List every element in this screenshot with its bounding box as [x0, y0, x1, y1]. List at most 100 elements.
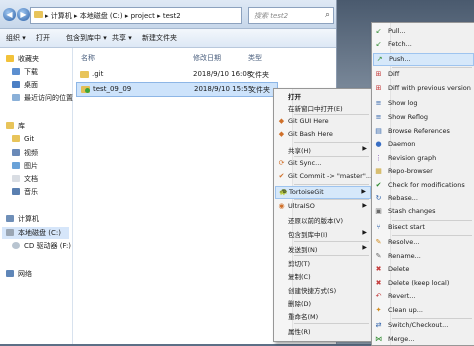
open-button[interactable]: 打开 — [36, 33, 50, 43]
menu-item-label: Revision graph — [388, 154, 437, 162]
cd-drive-icon — [12, 242, 20, 249]
git-sync-icon: ⟳ — [278, 159, 285, 167]
address-input[interactable]: ▸ 计算机 ▸ 本地磁盘 (C:) ▸ project ▸ test2 — [30, 7, 242, 24]
file-modified: 2018/9/10 16:08 — [193, 70, 252, 78]
menu-separator — [294, 255, 369, 256]
tortoisegit-item-diff-with-previous-version[interactable]: ⊞ Diff with previous version — [373, 83, 474, 94]
diff-with-previous-version-icon: ⊞ — [375, 84, 382, 92]
menu-item-label: Show log — [388, 99, 418, 107]
tortoisegit-item-clean-up[interactable]: ✦ Clean up... — [373, 305, 474, 316]
tortoisegit-item-browse-references[interactable]: ▤ Browse References — [373, 126, 474, 137]
tortoisegit-item-delete-keep-local[interactable]: ✖ Delete (keep local) — [373, 278, 474, 289]
column-header-type[interactable]: 类型 — [248, 53, 262, 63]
nav-libraries[interactable]: 库 — [6, 121, 25, 131]
context-menu-item-restore-previous-versions[interactable]: 还原以前的版本(V) — [275, 214, 371, 225]
context-menu-item-git-sync[interactable]: ⟳ Git Sync... — [275, 158, 371, 169]
nav-git[interactable]: Git — [12, 135, 34, 143]
context-menu-item-open-new-window[interactable]: 在新窗口中打开(E) — [275, 102, 371, 113]
show-reflog-icon: ≡ — [375, 113, 382, 121]
breadcrumb[interactable]: ▸ 计算机 ▸ 本地磁盘 (C:) ▸ project ▸ test2 — [45, 11, 181, 21]
tortoisegit-item-switch-checkout[interactable]: ⇄ Switch/Checkout... — [373, 320, 474, 331]
nav-pictures[interactable]: 图片 — [12, 161, 38, 171]
tortoisegit-item-push[interactable]: ↗ Push... — [373, 53, 474, 66]
tortoisegit-item-bisect-start[interactable]: ⑂ Bisect start — [373, 222, 474, 233]
tortoisegit-item-check-for-modifications[interactable]: ✔ Check for modifications — [373, 180, 474, 191]
context-menu-item-include-in-library[interactable]: 包含到库中(I) ▶ — [275, 228, 371, 239]
tortoisegit-item-diff[interactable]: ⊞ Diff — [373, 69, 474, 80]
repo-browser-icon: ▦ — [375, 167, 382, 175]
forward-arrow-icon[interactable]: ▶ — [17, 8, 30, 21]
context-menu-item-cut[interactable]: 剪切(T) — [275, 257, 371, 268]
tortoisegit-item-rename[interactable]: ✎ Rename... — [373, 251, 474, 262]
table-row[interactable]: .git 2018/9/10 16:08 文件夹 — [76, 68, 276, 81]
menu-separator — [294, 184, 369, 185]
search-input[interactable]: 搜索 test2 ⌕ — [248, 7, 334, 24]
nav-local-disk[interactable]: 本地磁盘 (C:) — [2, 227, 69, 239]
tortoisegit-item-rebase[interactable]: ↻ Rebase... — [373, 193, 474, 204]
menu-item-label: 剪切(T) — [288, 260, 311, 268]
context-menu-item-create-shortcut[interactable]: 创建快捷方式(S) — [275, 284, 371, 295]
organize-button[interactable]: 组织 ▾ — [6, 33, 26, 43]
search-placeholder: 搜索 test2 — [254, 12, 289, 20]
tortoisegit-item-repo-browser[interactable]: ▦ Repo-browser — [373, 166, 474, 177]
nav-desktop[interactable]: 桌面 — [12, 80, 38, 90]
menu-item-label: 在新窗口中打开(E) — [288, 105, 343, 113]
tortoisegit-item-delete[interactable]: ✖ Delete — [373, 264, 474, 275]
nav-network[interactable]: 网络 — [6, 269, 32, 279]
nav-computer[interactable]: 计算机 — [6, 214, 39, 224]
file-type: 文件夹 — [249, 86, 270, 94]
context-menu-item-git-gui-here[interactable]: ◆ Git GUI Here — [275, 116, 371, 127]
diff-icon: ⊞ — [375, 70, 382, 78]
nav-music[interactable]: 音乐 — [12, 187, 38, 197]
search-icon[interactable]: ⌕ — [325, 10, 330, 20]
table-row[interactable]: test_09_09 2018/9/10 15:55 文件夹 — [76, 82, 278, 97]
tortoisegit-item-show-log[interactable]: ≡ Show log — [373, 98, 474, 109]
context-menu-item-open[interactable]: 打开 — [275, 90, 371, 101]
tortoisegit-item-resolve[interactable]: ✎ Resolve... — [373, 237, 474, 248]
include-in-library-button[interactable]: 包含到库中 ▾ — [66, 33, 107, 43]
nav-videos[interactable]: 视频 — [12, 148, 38, 158]
context-menu-item-share[interactable]: 共享(H) ▶ — [275, 144, 371, 155]
tortoisegit-item-daemon[interactable]: ● Daemon — [373, 139, 474, 150]
tortoisegit-item-pull[interactable]: ↙ Pull... — [373, 26, 474, 37]
tortoisegit-item-show-reflog[interactable]: ≡ Show Reflog — [373, 112, 474, 123]
context-menu-item-rename[interactable]: 重命名(M) — [275, 310, 371, 321]
computer-icon — [6, 215, 14, 222]
tortoisegit-item-revert[interactable]: ↶ Revert... — [373, 291, 474, 302]
back-arrow-icon[interactable]: ◀ — [3, 8, 16, 21]
context-menu-item-git-commit[interactable]: ✔ Git Commit -> "master"... — [275, 171, 372, 182]
nav-cd-drive[interactable]: CD 驱动器 (F:) — [12, 241, 71, 251]
context-menu-item-send-to[interactable]: 发送到(N) ▶ — [275, 243, 371, 254]
push-icon: ↗ — [376, 55, 383, 63]
context-menu-item-git-bash-here[interactable]: ◆ Git Bash Here — [275, 129, 371, 140]
tortoisegit-item-stash-changes[interactable]: ▣ Stash changes — [373, 206, 474, 217]
context-menu-item-copy[interactable]: 复制(C) — [275, 270, 371, 281]
share-button[interactable]: 共享 ▾ — [112, 33, 132, 43]
context-menu-item-delete[interactable]: 删除(D) — [275, 297, 371, 308]
menu-item-label: TortoiseGit — [289, 188, 324, 196]
revert-icon: ↶ — [375, 292, 382, 300]
nav-favorites[interactable]: 收藏夹 — [6, 54, 39, 64]
menu-item-label: Pull... — [388, 27, 406, 35]
column-header-modified[interactable]: 修改日期 — [193, 53, 221, 63]
document-icon — [12, 175, 20, 182]
stash-changes-icon: ▣ — [375, 207, 382, 215]
resolve-icon: ✎ — [375, 238, 382, 246]
tortoisegit-item-merge[interactable]: ⋈ Merge... — [373, 334, 474, 345]
menu-item-label: Push... — [389, 55, 411, 63]
nav-recent[interactable]: 最近访问的位置 — [12, 93, 73, 103]
menu-item-label: 包含到库中(I) — [288, 231, 328, 239]
bisect-start-icon: ⑂ — [376, 223, 381, 231]
tortoisegit-item-fetch[interactable]: ↙ Fetch... — [373, 39, 474, 50]
tortoisegit-item-revision-graph[interactable]: ⋮ Revision graph — [373, 153, 474, 164]
nav-documents[interactable]: 文档 — [12, 174, 38, 184]
column-header-name[interactable]: 名称 — [81, 53, 95, 63]
new-folder-button[interactable]: 新建文件夹 — [142, 33, 177, 43]
fetch-icon: ↙ — [375, 40, 382, 48]
music-icon — [12, 188, 20, 195]
context-menu-item-properties[interactable]: 属性(R) — [275, 325, 371, 336]
context-menu-item-tortoisegit[interactable]: 🐢 TortoiseGit ▶ — [275, 186, 371, 199]
context-menu-item-ultraiso[interactable]: ◉ UltraISO ▶ — [275, 201, 371, 212]
nav-downloads[interactable]: 下载 — [12, 67, 38, 77]
menu-item-label: Rename... — [388, 252, 421, 260]
